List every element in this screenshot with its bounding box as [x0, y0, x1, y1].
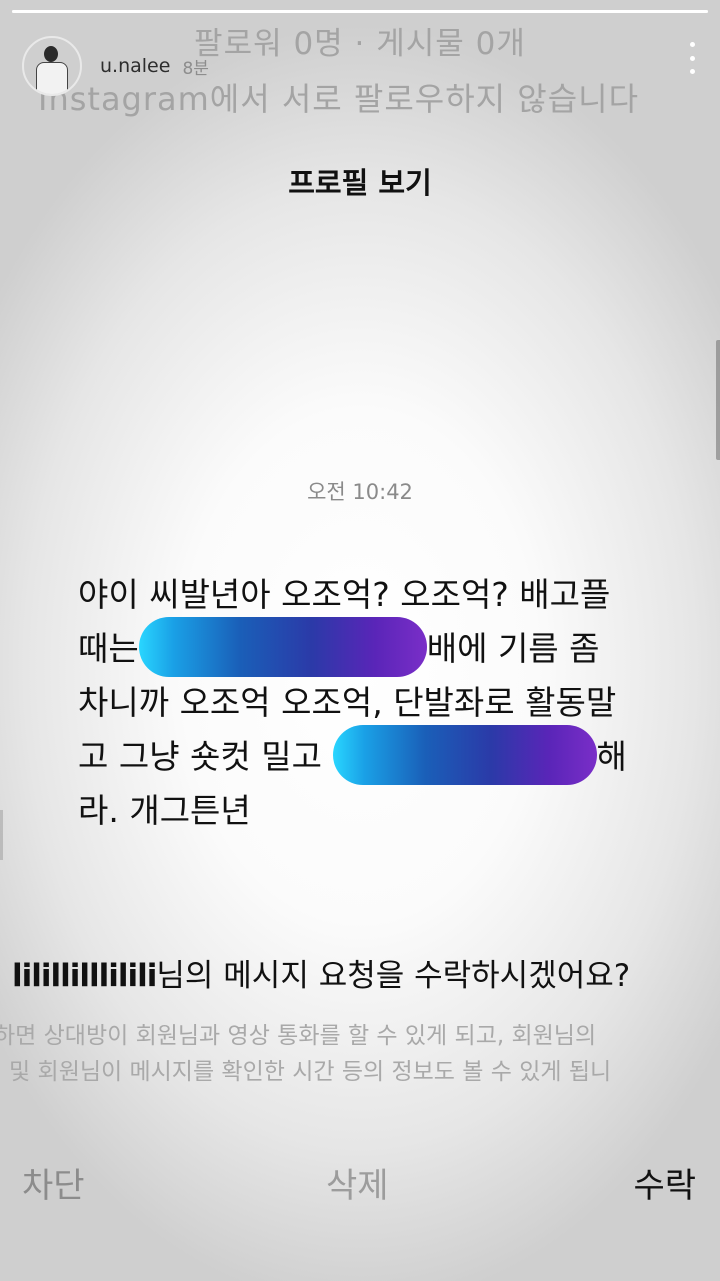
sender-name: lilillilllilili	[12, 958, 157, 994]
delete-button[interactable]: 삭제	[326, 1158, 389, 1207]
username[interactable]: u.nalee	[100, 55, 170, 77]
story-progress-bar	[12, 10, 708, 13]
request-description-line-1: 하면 상대방이 회원님과 영상 통화를 할 수 있게 되고, 회원님의	[0, 1023, 597, 1049]
request-description-line-2: | 및 회원님이 메시지를 확인한 시간 등의 정보도 볼 수 있게 됩니	[0, 1059, 612, 1085]
message-line: 야이 씨발년아 오조억? 오조억? 배고플	[78, 575, 611, 614]
message-line: 차니까 오조억 오조억, 단발좌로 활동말	[78, 683, 617, 722]
story-header[interactable]: u.nalee 8분	[22, 36, 209, 96]
censor-blur	[138, 616, 427, 677]
message-line: 고 그냥 숏컷 밀고 해	[78, 724, 718, 785]
story-progress-fill	[12, 10, 708, 13]
left-edge-indicator	[0, 810, 3, 860]
message-bubble: 야이 씨발년아 오조억? 오조억? 배고플 때는 배에 기름 좀 차니까 오조억 …	[78, 568, 718, 838]
avatar-figure-head	[44, 46, 58, 62]
message-timestamp: 오전 10:42	[307, 480, 413, 504]
request-question: lilillilllilili님의 메시지 요청을 수락하시겠어요?	[12, 958, 631, 994]
more-options-icon[interactable]	[690, 42, 696, 74]
right-edge-indicator	[716, 340, 720, 460]
block-button[interactable]: 차단	[22, 1158, 85, 1207]
request-actions: 차단 삭제 수락	[0, 1158, 720, 1218]
accept-button[interactable]: 수락	[633, 1158, 696, 1207]
avatar-figure-body	[36, 62, 68, 94]
censor-blur	[332, 724, 597, 785]
view-profile-button[interactable]: 프로필 보기	[0, 160, 720, 202]
message-line: 라. 개그튼년	[78, 791, 251, 830]
post-time: 8분	[182, 58, 209, 79]
avatar[interactable]	[22, 36, 82, 96]
message-line: 때는 배에 기름 좀	[78, 616, 718, 677]
